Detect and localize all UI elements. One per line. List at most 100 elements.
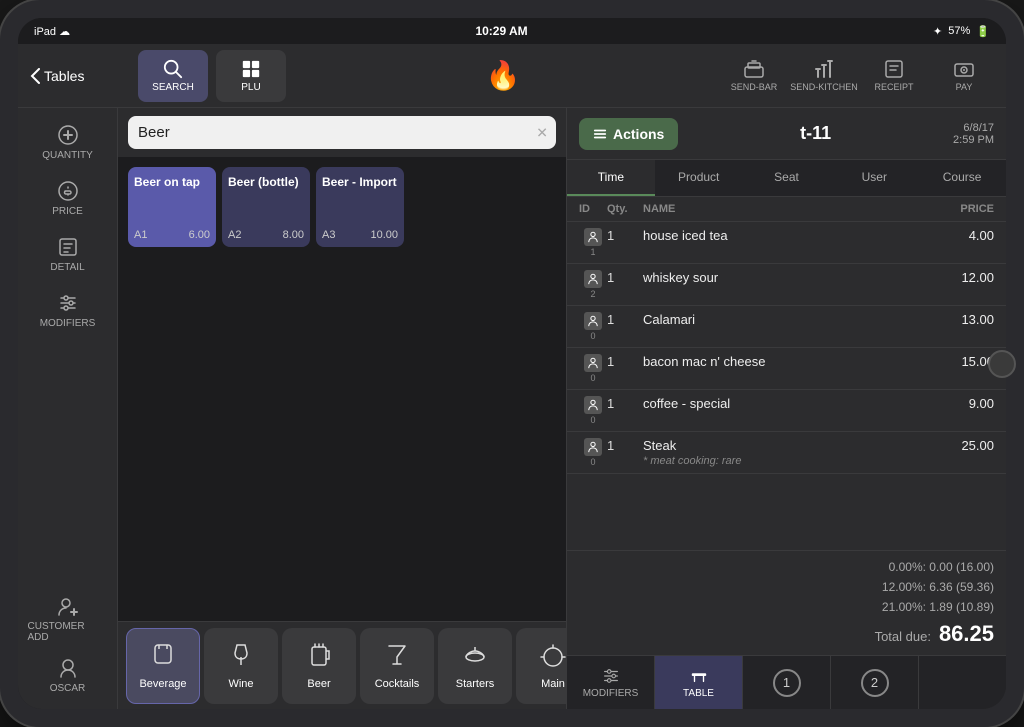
item-name-5: Steak * meat cooking: rare <box>643 438 934 467</box>
search-input[interactable] <box>128 116 556 149</box>
modifiers-label: MODIFIERS <box>40 318 96 329</box>
product-price: 10.00 <box>370 229 398 241</box>
order-tab-user[interactable]: User <box>830 160 918 196</box>
search-clear-button[interactable]: ✕ <box>536 124 548 141</box>
product-grid: Beer on tap A1 6.00 Beer (bottle) A2 8.0… <box>118 157 566 621</box>
category-btn-cocktails[interactable]: Cocktails <box>360 628 434 704</box>
search-nav-label: SEARCH <box>152 82 194 93</box>
send-bar-button[interactable]: SEND-BAR <box>720 50 788 102</box>
order-item-4[interactable]: 0 1 coffee - special 9.00 <box>567 390 1006 432</box>
item-price-3: 15.00 <box>934 354 994 369</box>
battery-level: 57% <box>948 25 970 37</box>
send-kitchen-button[interactable]: SEND-KITCHEN <box>790 50 858 102</box>
seat-num-5: 0 <box>590 457 595 467</box>
order-tab-product[interactable]: Product <box>655 160 743 196</box>
actions-label: Actions <box>613 126 664 142</box>
sidebar-item-customer-add[interactable]: CUSTOMER ADD <box>28 593 108 645</box>
right-panel: Actions t-11 6/8/17 2:59 PM TimeProductS… <box>566 108 1006 709</box>
search-nav-button[interactable]: SEARCH <box>138 50 208 102</box>
pay-icon <box>953 59 975 79</box>
search-input-wrap: ✕ <box>128 116 556 149</box>
pay-button[interactable]: PAY <box>930 50 998 102</box>
seat-num-0: 1 <box>590 247 595 257</box>
status-bar: iPad ☁ 10:29 AM ✦ 57% 🔋 <box>18 18 1006 44</box>
order-item-1[interactable]: 2 1 whiskey sour 12.00 <box>567 264 1006 306</box>
item-qty-4: 1 <box>607 396 643 411</box>
item-name-4: coffee - special <box>643 396 934 411</box>
bluetooth-icon: ✦ <box>933 25 942 38</box>
top-nav: Tables SEARCH PLU 🔥 <box>18 44 1006 108</box>
seat-1-circle[interactable]: 1 <box>773 669 801 697</box>
total-due-label: Total due: <box>875 629 931 644</box>
bottom-tab-seat-2[interactable]: 2 <box>831 656 919 709</box>
customer-add-icon <box>57 595 79 617</box>
item-price-5: 25.00 <box>934 438 994 453</box>
price-icon <box>57 180 79 202</box>
category-btn-starters[interactable]: Starters <box>438 628 512 704</box>
item-qty-3: 1 <box>607 354 643 369</box>
category-icon-cocktails <box>383 641 411 672</box>
col-header-name: NAME <box>643 203 934 215</box>
product-footer: A3 10.00 <box>322 229 398 241</box>
category-btn-beer[interactable]: Beer <box>282 628 356 704</box>
sidebar-item-modifiers[interactable]: MODIFIERS <box>28 284 108 336</box>
plu-button[interactable]: PLU <box>216 50 286 102</box>
item-seat-2: 0 <box>579 312 607 341</box>
seat-icon-2 <box>584 312 602 330</box>
order-items: 1 1 house iced tea 4.00 2 1 whiskey sour… <box>567 222 1006 550</box>
send-bar-label: SEND-BAR <box>731 82 778 92</box>
order-item-3[interactable]: 0 1 bacon mac n' cheese 15.00 <box>567 348 1006 390</box>
seat-icon-5 <box>584 438 602 456</box>
battery-icon: 🔋 <box>976 25 990 38</box>
home-button[interactable] <box>988 350 1016 378</box>
table-id: t-11 <box>800 123 831 144</box>
actions-button[interactable]: Actions <box>579 118 678 150</box>
product-name: Beer (bottle) <box>228 175 304 189</box>
col-header-price: PRICE <box>934 203 994 215</box>
bottom-tab-table[interactable]: TABLE <box>655 656 743 709</box>
order-tab-course[interactable]: Course <box>918 160 1006 196</box>
back-button[interactable]: Tables <box>18 68 138 84</box>
seat-num-3: 0 <box>590 373 595 383</box>
seat-num-4: 0 <box>590 415 595 425</box>
category-label: Beer <box>307 678 330 690</box>
product-tile-p2[interactable]: Beer (bottle) A2 8.00 <box>222 167 310 247</box>
order-item-2[interactable]: 0 1 Calamari 13.00 <box>567 306 1006 348</box>
order-tab-seat[interactable]: Seat <box>743 160 831 196</box>
seat-num-2: 0 <box>590 331 595 341</box>
bottom-tab-modifiers[interactable]: MODIFIERS <box>567 656 655 709</box>
item-qty-1: 1 <box>607 270 643 285</box>
seat-icon-4 <box>584 396 602 414</box>
col-header-qty: Qty. <box>607 203 643 215</box>
sidebar-item-price[interactable]: PRICE <box>28 172 108 224</box>
order-header: Actions t-11 6/8/17 2:59 PM <box>567 108 1006 160</box>
product-footer: A2 8.00 <box>228 229 304 241</box>
category-btn-wine[interactable]: Wine <box>204 628 278 704</box>
category-icon-beverage <box>149 641 177 672</box>
order-time-value: 2:59 PM <box>953 134 994 146</box>
seat-2-circle[interactable]: 2 <box>861 669 889 697</box>
product-tile-p1[interactable]: Beer on tap A1 6.00 <box>128 167 216 247</box>
product-code: A3 <box>322 229 335 241</box>
order-item-0[interactable]: 1 1 house iced tea 4.00 <box>567 222 1006 264</box>
bottom-tab-extra[interactable] <box>919 656 1006 709</box>
customer-add-label: CUSTOMER ADD <box>28 621 108 643</box>
sidebar-item-oscar[interactable]: OSCAR <box>28 649 108 701</box>
sidebar-item-detail[interactable]: DETAIL <box>28 228 108 280</box>
order-tab-time[interactable]: Time <box>567 160 655 196</box>
item-name-text-4: coffee - special <box>643 396 934 411</box>
product-tile-p3[interactable]: Beer - Import A3 10.00 <box>316 167 404 247</box>
category-btn-beverage[interactable]: Beverage <box>126 628 200 704</box>
order-tabs: TimeProductSeatUserCourse <box>567 160 1006 197</box>
category-bar: Beverage Wine Beer Cocktails Starters Ma… <box>118 621 566 709</box>
order-item-5[interactable]: 0 1 Steak * meat cooking: rare 25.00 <box>567 432 1006 474</box>
sidebar-item-quantity[interactable]: QUANTITY <box>28 116 108 168</box>
receipt-button[interactable]: RECEIPT <box>860 50 928 102</box>
send-bar-icon <box>743 59 765 79</box>
detail-label: DETAIL <box>50 262 84 273</box>
category-btn-main[interactable]: Main <box>516 628 566 704</box>
item-name-text-3: bacon mac n' cheese <box>643 354 934 369</box>
category-icon-beer <box>305 641 333 672</box>
quantity-label: QUANTITY <box>42 150 93 161</box>
bottom-tab-seat-1[interactable]: 1 <box>743 656 831 709</box>
